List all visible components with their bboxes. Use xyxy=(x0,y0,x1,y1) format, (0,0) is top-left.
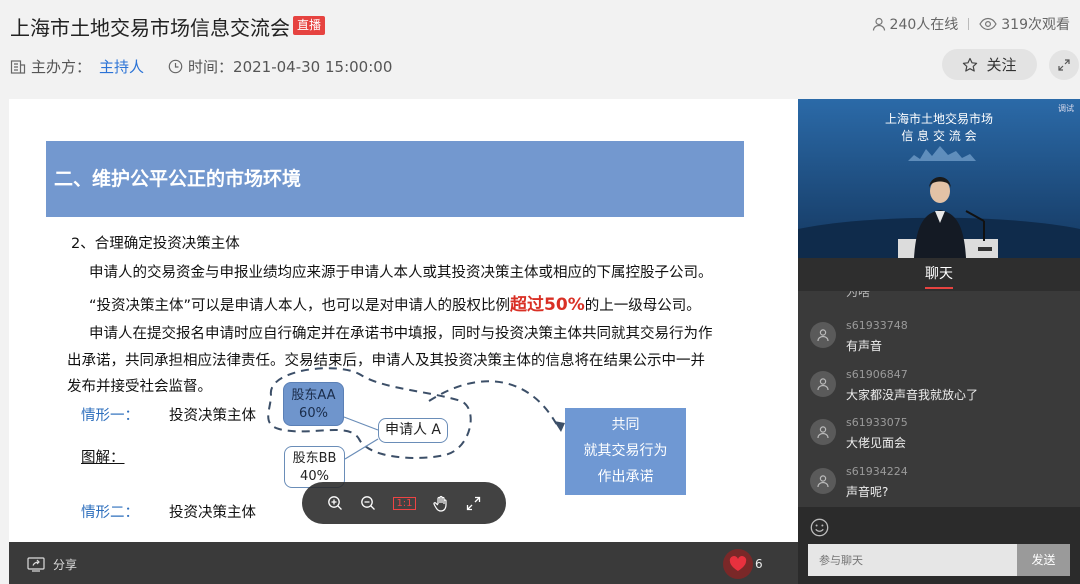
fullscreen-button[interactable] xyxy=(1049,50,1079,80)
user-avatar-icon xyxy=(817,426,829,439)
chat-text: 有声音 xyxy=(846,339,883,353)
hand-icon[interactable] xyxy=(433,495,449,512)
slide-viewer[interactable]: 二、维护公平公正的市场环境 2、合理确定投资决策主体 申请人的交易资金与申报业绩… xyxy=(9,99,798,542)
joint-commitment-box: 共同 就其交易行为 作出承诺 xyxy=(565,408,686,495)
online-count: 240人在线 xyxy=(889,17,959,33)
organizer-label: 主办方： xyxy=(31,58,92,76)
share-label: 分享 xyxy=(53,558,78,572)
user-avatar-icon xyxy=(817,475,829,488)
chat-message-partial: 为啥 xyxy=(846,291,871,299)
chat-message: s61933075 大佬见面会 xyxy=(810,416,1070,460)
view-count: 319次观看 xyxy=(1001,17,1070,33)
send-button[interactable]: 发送 xyxy=(1017,544,1070,576)
zoom-out-icon[interactable] xyxy=(360,495,376,511)
follow-label: 关注 xyxy=(986,56,1017,74)
eye-icon xyxy=(979,17,997,31)
user-icon xyxy=(872,17,885,31)
chat-username: s61906847 xyxy=(846,368,908,381)
slide-viewer-toolbar: 1:1 xyxy=(302,482,506,524)
time-label: 时间： xyxy=(188,58,234,76)
chat-compose: 发送 xyxy=(798,507,1080,584)
meta-row: 主办方： 主持人 时间： 2021-04-30 15:00:00 xyxy=(10,56,392,77)
live-badge: 直播 xyxy=(293,16,325,35)
chat-text: 大家都没声音我就放心了 xyxy=(846,388,979,402)
star-icon xyxy=(963,57,978,72)
chat-username: s61933075 xyxy=(846,416,908,429)
fullscreen-icon[interactable] xyxy=(466,496,481,511)
header: 上海市土地交易市场信息交流会 直播 240人在线 319次观看 主办方： 主持人… xyxy=(0,0,1080,98)
organizer-link[interactable]: 主持人 xyxy=(99,56,144,77)
event-time: 2021-04-30 15:00:00 xyxy=(233,57,393,76)
chat-message: s61934224 声音呢? xyxy=(810,465,1070,507)
viewer-stats: 240人在线 319次观看 xyxy=(872,14,1070,34)
chat-message-list[interactable]: 为啥 s61933748 有声音 s61906847 大家都没声音我就放心了 s… xyxy=(798,291,1080,507)
shareholder-a-node: 股东AA 60% xyxy=(283,382,344,426)
divider xyxy=(968,18,970,30)
organizer-icon xyxy=(10,59,26,74)
player-bottom-bar: 分享 6 xyxy=(9,542,798,584)
avatar xyxy=(810,322,836,348)
chat-username: s61934224 xyxy=(846,465,908,478)
live-video[interactable]: 调试 上海市土地交易市场 信 息 交 流 会 xyxy=(798,99,1080,258)
clock-icon xyxy=(168,59,183,74)
tab-chat[interactable]: 聊天 xyxy=(925,258,953,290)
chat-tab-bar: 聊天 xyxy=(798,258,1080,291)
heart-icon xyxy=(729,556,747,571)
chat-text: 大佬见面会 xyxy=(846,436,907,450)
follow-button[interactable]: 关注 xyxy=(942,49,1037,80)
user-avatar-icon xyxy=(817,329,829,342)
avatar xyxy=(810,419,836,445)
zoom-in-icon[interactable] xyxy=(327,495,343,511)
actual-size-button[interactable]: 1:1 xyxy=(393,496,416,510)
chat-username: s61933748 xyxy=(846,319,908,332)
avatar xyxy=(810,468,836,494)
chat-input[interactable] xyxy=(808,544,1018,576)
user-avatar-icon xyxy=(817,378,829,391)
chat-message: s61906847 大家都没声音我就放心了 xyxy=(810,368,1070,412)
like-button[interactable] xyxy=(723,549,753,579)
chat-text: 声音呢? xyxy=(846,485,889,499)
share-button[interactable]: 分享 xyxy=(27,556,77,573)
like-count: 6 xyxy=(755,557,763,571)
share-icon xyxy=(27,557,45,572)
avatar xyxy=(810,371,836,397)
expand-icon xyxy=(1058,59,1070,71)
applicant-node: 申请人 A xyxy=(378,418,448,443)
emoji-icon[interactable] xyxy=(810,518,829,537)
chat-message: s61933748 有声音 xyxy=(810,319,1070,363)
video-title: 上海市土地交易市场 信 息 交 流 会 xyxy=(884,112,993,143)
page-title: 上海市土地交易市场信息交流会 xyxy=(10,16,290,40)
